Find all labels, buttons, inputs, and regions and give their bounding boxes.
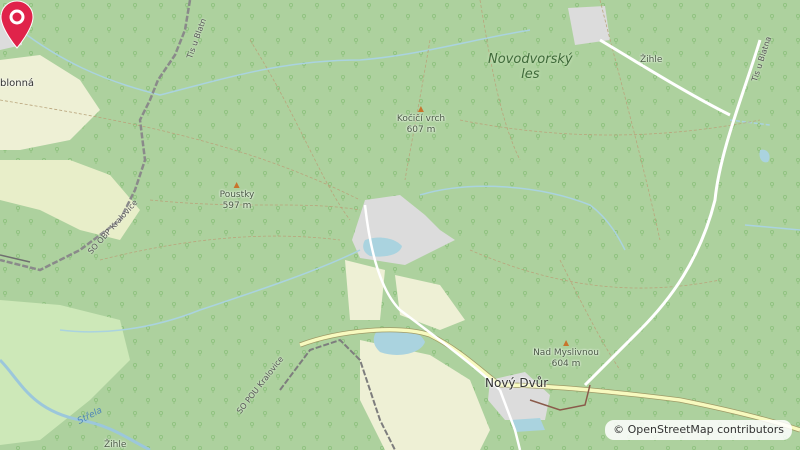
attribution-text[interactable]: © OpenStreetMap contributors [613,423,784,436]
peak-icon [417,106,424,112]
peak-icon [233,182,240,188]
map-marker-pin[interactable] [0,0,34,50]
peak-nad-myslivnou: Nad Myslivnou 604 m [533,340,599,370]
place-novy-dvur: Nový Dvůr [485,376,549,390]
peak-elevation: 597 m [222,201,252,211]
peak-name: Kočičí vrch [396,114,446,124]
map-attribution[interactable]: © OpenStreetMap contributors [605,420,792,440]
forest-name-label: Novodvorský les [488,52,573,82]
residential-area [568,6,610,45]
map-view[interactable]: Novodvorský les Kočičí vrch 607 m Poustk… [0,0,800,450]
peak-kocici-vrch: Kočičí vrch 607 m [397,106,445,136]
peak-name: Poustky [219,190,255,200]
farmland-area [345,260,385,320]
peak-name: Nad Myslivnou [533,348,599,358]
peak-icon [563,340,569,346]
place-blonna: blonná [0,78,35,89]
peak-poustky: Poustky 597 m [219,182,255,212]
peak-elevation: 607 m [406,125,436,135]
place-zihle-top: Žihle [640,55,663,65]
peak-elevation: 604 m [551,359,581,369]
place-zihle-bottom: Žihle [104,440,127,450]
